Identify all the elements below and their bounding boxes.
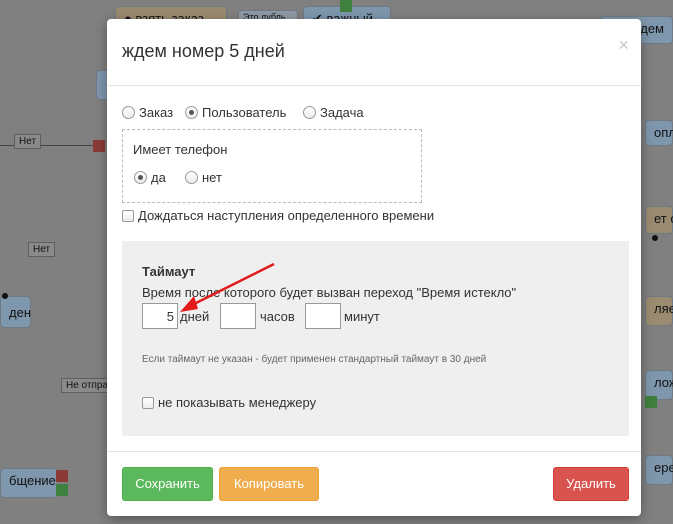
annotation-arrow-icon (180, 262, 275, 312)
